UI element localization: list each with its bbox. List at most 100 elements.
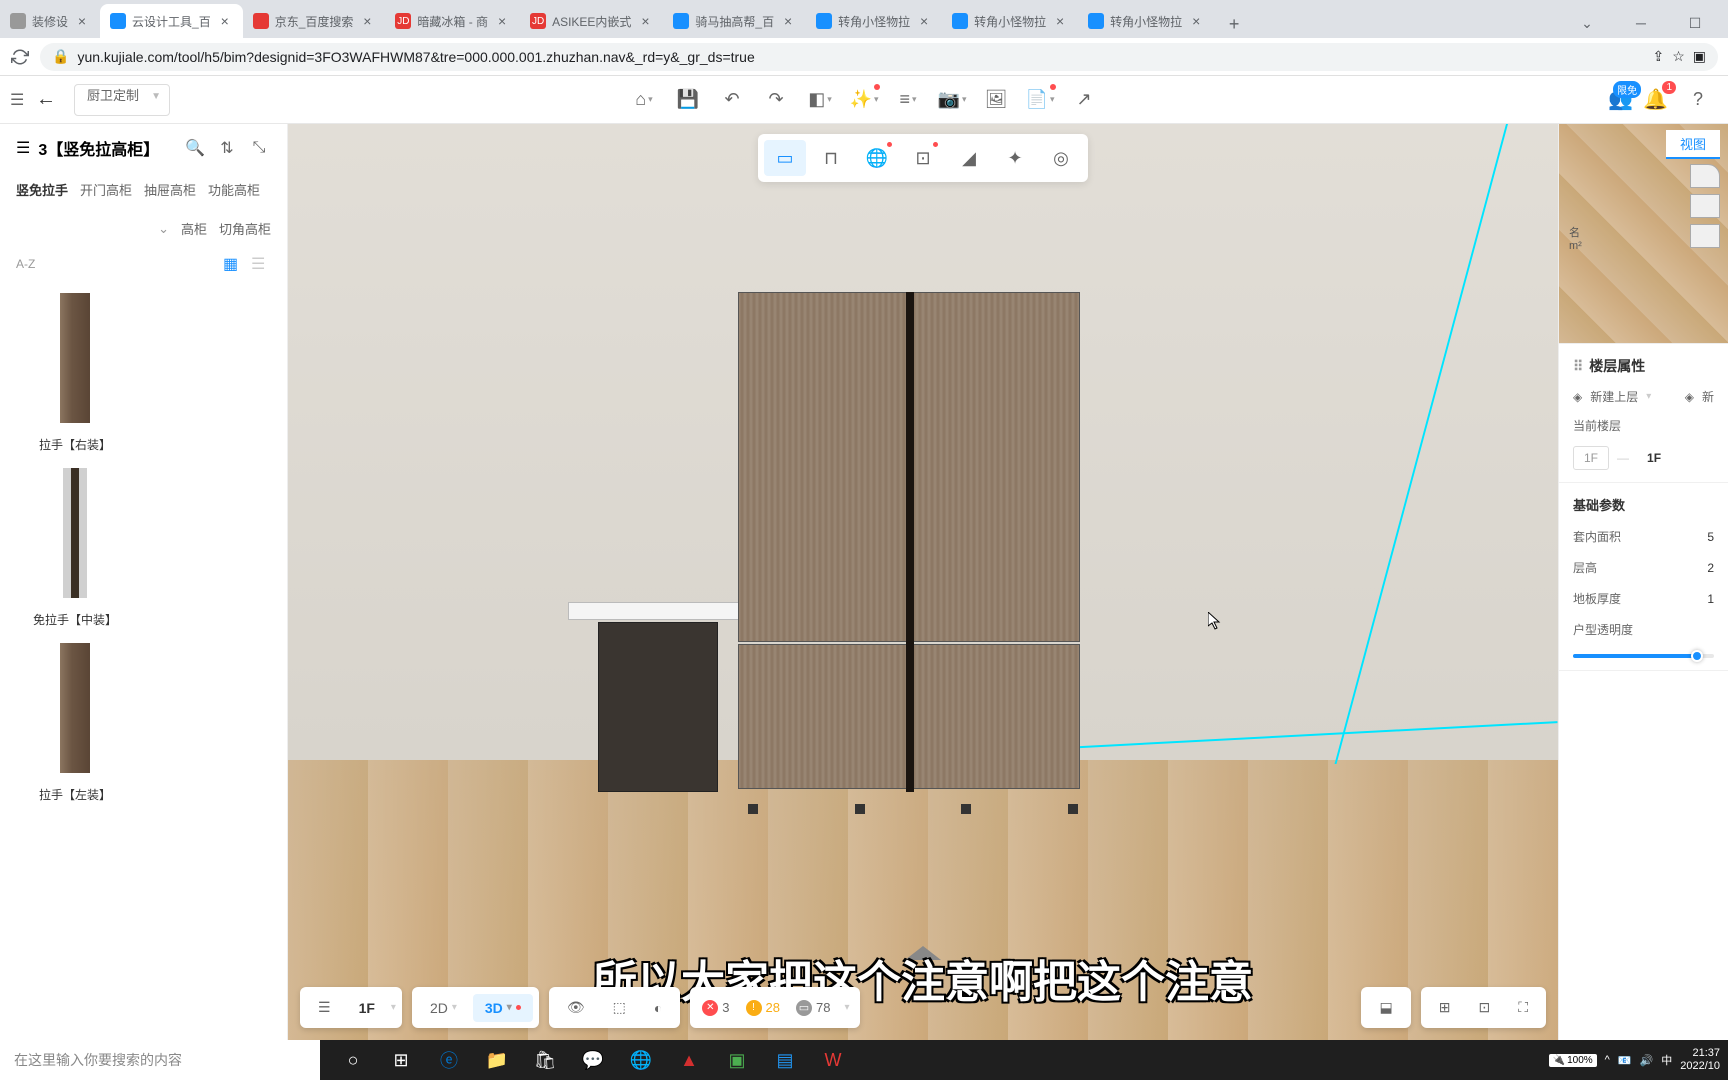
tall-cabinet-model[interactable]	[738, 292, 1088, 802]
image-icon[interactable]: 🖼	[976, 80, 1016, 120]
app-icon[interactable]: ▤	[762, 1040, 808, 1080]
browser-tab[interactable]: 转角小怪物拉 ×	[1078, 4, 1214, 38]
target-tool-icon[interactable]: ◎	[1040, 140, 1082, 176]
view-2d-button[interactable]: 2D▾	[418, 994, 469, 1022]
extension-icon[interactable]: ▣	[1693, 48, 1706, 65]
autocad-icon[interactable]: ▲	[666, 1040, 712, 1080]
tray-icon[interactable]: 📧	[1618, 1054, 1632, 1067]
redo-icon[interactable]: ↷	[756, 80, 796, 120]
design-canvas[interactable]: ▭ ⊓ 🌐 ⊡ ◢ ✦ ◎ 所以大家把这个注意啊把这个注意 ☰ 1F ▾ 2D▾…	[288, 124, 1558, 1040]
maximize-icon[interactable]: ☐	[1672, 8, 1718, 38]
chrome-icon[interactable]: 🌐	[618, 1040, 664, 1080]
sphere-icon[interactable]: ◐	[642, 994, 674, 1022]
error-count[interactable]: ✕3	[696, 1000, 735, 1016]
close-icon[interactable]: ×	[1052, 13, 1068, 29]
cube-icon[interactable]: ⬚	[601, 993, 638, 1022]
cortana-icon[interactable]: ○	[330, 1040, 376, 1080]
help-icon[interactable]: ?	[1678, 80, 1718, 120]
user-icon[interactable]: 👥限免	[1608, 87, 1633, 112]
product-item[interactable]: 拉手【左装】	[10, 638, 140, 803]
menu-icon[interactable]: ☰	[10, 90, 28, 110]
minimize-icon[interactable]: ─	[1618, 8, 1664, 38]
puzzle-tool-icon[interactable]: ✦	[994, 140, 1036, 176]
edge-icon[interactable]: ⓔ	[426, 1040, 472, 1080]
layers-button[interactable]: ☰	[306, 993, 343, 1022]
share-icon[interactable]: ⇪	[1652, 48, 1664, 65]
minimap[interactable]: 视图 名m²	[1559, 124, 1728, 344]
grid-icon[interactable]: ⊡	[1466, 993, 1502, 1022]
settings-icon[interactable]: ⇅	[215, 136, 239, 160]
app-icon[interactable]: ▣	[714, 1040, 760, 1080]
tray-icon[interactable]: 🔊	[1640, 1054, 1654, 1067]
grid-view-icon[interactable]: ▦	[223, 254, 243, 274]
category-tab[interactable]: 高柜	[181, 215, 207, 242]
list-view-icon[interactable]: ☰	[251, 254, 271, 274]
wechat-icon[interactable]: 💬	[570, 1040, 616, 1080]
clock-time[interactable]: 21:37	[1680, 1047, 1720, 1060]
select-tool-icon[interactable]: ▭	[764, 140, 806, 176]
opacity-slider[interactable]	[1573, 654, 1714, 658]
floor-option[interactable]: 1F	[1573, 446, 1609, 470]
tray-up-icon[interactable]: ^	[1605, 1054, 1610, 1066]
focus-tool-icon[interactable]: ⊡	[902, 140, 944, 176]
category-tab[interactable]: 竖免拉手	[16, 176, 68, 203]
url-input[interactable]: 🔒 yun.kujiale.com/tool/h5/bim?designid=3…	[40, 43, 1718, 71]
category-tab[interactable]: 抽屉高柜	[144, 176, 196, 203]
toggle-icon[interactable]: ⬓	[1367, 993, 1404, 1022]
product-item[interactable]: 免拉手【中装】	[10, 463, 140, 628]
category-tab[interactable]: 功能高柜	[208, 176, 260, 203]
browser-tab[interactable]: 转角小怪物拉 ×	[806, 4, 942, 38]
category-tab[interactable]: 开门高柜	[80, 176, 132, 203]
new-tab-button[interactable]: +	[1220, 10, 1248, 38]
globe-tool-icon[interactable]: 🌐	[856, 140, 898, 176]
windows-search-input[interactable]: 在这里输入你要搜索的内容	[0, 1040, 320, 1080]
wps-icon[interactable]: W	[810, 1040, 856, 1080]
close-icon[interactable]: ×	[217, 13, 233, 29]
new-button[interactable]: 新	[1702, 388, 1714, 405]
export-icon[interactable]: ↗	[1064, 80, 1104, 120]
back-button[interactable]: ←	[28, 82, 64, 118]
list-icon[interactable]: ☰	[16, 138, 30, 158]
close-icon[interactable]: ×	[494, 13, 510, 29]
clock-date[interactable]: 2022/10	[1680, 1060, 1720, 1073]
battery-indicator[interactable]: 🔌100%	[1549, 1054, 1597, 1067]
task-view-icon[interactable]: ⊞	[378, 1040, 424, 1080]
ime-indicator[interactable]: 中	[1661, 1052, 1672, 1068]
view-3d-button[interactable]: 3D▾	[473, 994, 533, 1022]
dropdown-icon[interactable]: ⌄	[1564, 8, 1610, 38]
search-icon[interactable]: 🔍	[183, 136, 207, 160]
product-item[interactable]: 拉手【右装】	[10, 288, 140, 453]
object-count[interactable]: ▭78	[790, 1000, 836, 1016]
browser-tab[interactable]: 京东_百度搜索 ×	[243, 4, 386, 38]
fullscreen-icon[interactable]: ⛶	[1506, 993, 1540, 1022]
close-icon[interactable]: ×	[916, 13, 932, 29]
reload-icon[interactable]	[10, 47, 30, 67]
close-icon[interactable]: ×	[637, 13, 653, 29]
explorer-icon[interactable]: 📁	[474, 1040, 520, 1080]
mode-selector[interactable]: 厨卫定制 ▼	[74, 84, 170, 116]
browser-tab[interactable]: JD 暗藏冰箱 - 商 ×	[385, 4, 520, 38]
store-icon[interactable]: 🛍	[522, 1040, 568, 1080]
warning-count[interactable]: !28	[740, 1000, 786, 1016]
filter-icon[interactable]: ≡▾	[888, 80, 928, 120]
close-icon[interactable]: ×	[1188, 13, 1204, 29]
browser-tab[interactable]: 骑马抽高帮_百 ×	[663, 4, 806, 38]
snap-icon[interactable]: ⊞	[1427, 993, 1463, 1022]
align-tool-icon[interactable]: ⊓	[810, 140, 852, 176]
document-icon[interactable]: 📄▾	[1020, 80, 1060, 120]
save-icon[interactable]: 💾	[668, 80, 708, 120]
close-icon[interactable]: ×	[780, 13, 796, 29]
collapse-icon[interactable]: ⤡	[247, 136, 271, 160]
eye-icon[interactable]: 👁	[555, 993, 597, 1022]
bell-icon[interactable]: 🔔1	[1643, 87, 1668, 112]
sort-label[interactable]: A-Z	[16, 257, 35, 271]
category-tab[interactable]: 切角高柜	[219, 215, 271, 242]
home-icon[interactable]: ⌂▾	[624, 80, 664, 120]
star-icon[interactable]: ☆	[1672, 48, 1685, 65]
undo-icon[interactable]: ↶	[712, 80, 752, 120]
close-icon[interactable]: ×	[74, 13, 90, 29]
browser-tab-active[interactable]: 云设计工具_百 ×	[100, 4, 243, 38]
camera-icon[interactable]: 📷▾	[932, 80, 972, 120]
minimap-view-tab[interactable]: 视图	[1666, 130, 1720, 159]
eraser-icon[interactable]: ◧▾	[800, 80, 840, 120]
